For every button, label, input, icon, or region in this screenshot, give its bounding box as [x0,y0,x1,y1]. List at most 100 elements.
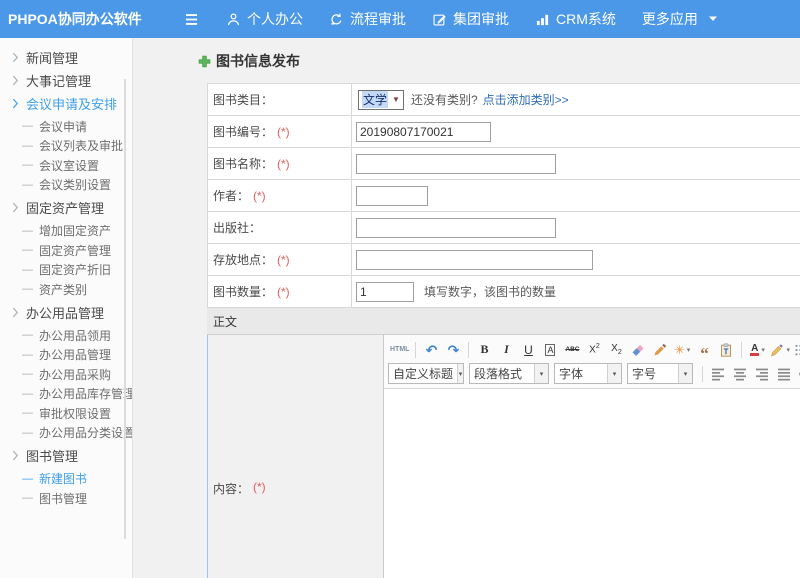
editor-align-center-button[interactable] [730,364,750,383]
undo-icon: ↶ [426,344,438,356]
editor-eraser-button[interactable] [628,340,648,359]
app-logo: PHPOA协同办公软件 [8,9,180,29]
editor-font-family-select[interactable]: 字体▾ [554,363,622,384]
editor-superscript-button[interactable]: X2 [584,340,604,359]
dropdown-caret-icon: ▾ [687,346,691,354]
editor-subscript-button[interactable]: X2 [606,340,626,359]
html-source-label: HTML [390,346,409,353]
editor-content-area[interactable] [384,388,800,578]
dash-icon: — [22,140,33,152]
sidebar-item-add-fixed-asset[interactable]: —增加固定资产 [22,223,132,239]
dash-icon: — [22,427,33,439]
editor-align-left-button[interactable] [708,364,728,383]
sidebar-item-meeting-apply[interactable]: —会议申请 [22,118,132,134]
justify-icon [777,367,791,381]
menu-toggle-button[interactable] [180,8,202,30]
field-label: 图书名称：(*) [208,148,352,179]
italic-icon: I [504,342,509,357]
sidebar-item-fixed-asset-management[interactable]: —固定资产管理 [22,242,132,258]
editor-font-border-button[interactable]: A [540,340,560,359]
nav-group-approval[interactable]: 集团审批 [432,9,509,29]
editor-font-size-select[interactable]: 字号▾ [627,363,693,384]
sidebar-group-memorabilia-management[interactable]: 大事记管理 [12,72,132,88]
rich-text-editor: HTML↶↷BIUAABCX2X2✳▾“A▾▾▾▾ 自定义标题▾段落格式▾字体▾… [383,335,800,578]
storage-location-input[interactable] [356,250,593,270]
sidebar-item-supplies-inventory[interactable]: — 办公用品库存管理 [22,386,132,402]
sidebar-item-fixed-asset-depreciation[interactable]: —固定资产折旧 [22,262,132,278]
editor-highlight-color-button[interactable]: ▾ [769,340,791,359]
caret-down-icon [708,15,718,23]
author-input[interactable] [356,186,428,206]
toolbar-separator [415,342,416,358]
sidebar-item-new-book[interactable]: —新建图书 [22,471,132,487]
font-border-icon: A [545,344,555,356]
sidebar-item-meeting-room-settings[interactable]: —会议室设置 [22,157,132,173]
editor-justify-button[interactable] [774,364,794,383]
dash-icon: — [22,244,33,256]
editor-italic-button[interactable]: I [496,340,516,359]
editor-font-color-button[interactable]: A▾ [747,340,767,359]
sidebar-group-book-management[interactable]: 图书管理 [12,448,132,464]
sidebar-group-news-management[interactable]: 新闻管理 [12,49,132,65]
field-label: 存放地点：(*) [208,244,352,275]
nav-workflow-approval[interactable]: 流程审批 [329,9,406,29]
editor-align-right-button[interactable] [752,364,772,383]
editor-link-button[interactable] [796,364,800,383]
sidebar-item-asset-category[interactable]: —资产类别 [22,281,132,297]
editor-undo-button[interactable]: ↶ [421,340,441,359]
nav-personal-office[interactable]: 个人办公 [226,9,303,29]
book-number-input[interactable] [356,122,491,142]
dash-icon: — [22,388,33,400]
flow-icon [329,12,344,27]
editor-underline-button[interactable]: U [518,340,538,359]
publisher-input[interactable] [356,218,556,238]
editor-custom-title-select[interactable]: 自定义标题▾ [388,363,464,384]
nav-more-apps[interactable]: 更多应用 [642,9,718,29]
editor-redo-button[interactable]: ↷ [443,340,463,359]
sidebar-item-supplies-category-settings[interactable]: — 办公用品分类设置 [22,425,132,441]
label-text: 作者： [213,187,249,204]
font-color-icon: A [750,344,759,356]
chevron-right-icon [12,75,19,86]
editor-strikethrough-button[interactable]: ABC [562,340,582,359]
sidebar-item-meeting-category-settings[interactable]: —会议类别设置 [22,177,132,193]
sidebar-item-supplies-management[interactable]: —办公用品管理 [22,347,132,363]
sidebar-item-book-management-list[interactable]: —图书管理 [22,490,132,506]
eraser-icon [631,343,645,357]
book-quantity-input[interactable] [356,282,414,302]
sidebar-group-label: 固定资产管理 [26,198,104,217]
editor-html-source-button[interactable]: HTML [389,340,410,359]
editor-ordered-list-button[interactable]: ▾ [793,340,800,359]
hamburger-icon [184,13,199,26]
dash-icon: — [22,120,33,132]
sidebar-item-label: 办公用品库存管理 [39,385,133,402]
book-name-input[interactable] [356,154,556,174]
sidebar-group-fixed-assets[interactable]: 固定资产管理 [12,200,132,216]
editor-format-painter-button[interactable] [650,340,670,359]
field-cell [352,244,800,275]
sidebar-group-label: 图书管理 [26,446,78,465]
sidebar-item-supplies-purchase[interactable]: —办公用品采购 [22,366,132,382]
editor-blockquote-button[interactable]: “ [694,340,714,359]
sidebar-item-meeting-list-approval[interactable]: —会议列表及审批 [22,138,132,154]
sidebar-scrollbar[interactable] [124,79,126,539]
field-cell [352,116,800,147]
nav-crm-system[interactable]: CRM系统 [535,9,616,29]
editor-auto-typeset-button[interactable]: ✳▾ [672,340,692,359]
sidebar-item-approval-permission-settings[interactable]: —审批权限设置 [22,405,132,421]
required-mark: (*) [277,285,290,299]
sidebar-item-supplies-receive[interactable]: —办公用品领用 [22,327,132,343]
book-category-add-link[interactable]: 点击添加类别>> [483,91,569,108]
dash-icon: — [22,329,33,341]
editor-bold-button[interactable]: B [474,340,494,359]
field-cell: 文学▼还没有类别?点击添加类别>> [352,84,800,115]
sidebar-item-label: 办公用品分类设置 [39,424,133,441]
editor-paste-text-button[interactable] [716,340,736,359]
sidebar-group-meeting-management[interactable]: 会议申请及安排 [12,95,132,111]
sidebar-group-office-supplies[interactable]: 办公用品管理 [12,304,132,320]
top-nav: 个人办公 流程审批 集团审批 CRM系统 更多应用 [226,9,718,29]
dash-icon: — [22,179,33,191]
editor-paragraph-format-select[interactable]: 段落格式▾ [469,363,549,384]
book-category-select[interactable]: 文学▼ [358,90,404,110]
dash-icon: — [22,349,33,361]
